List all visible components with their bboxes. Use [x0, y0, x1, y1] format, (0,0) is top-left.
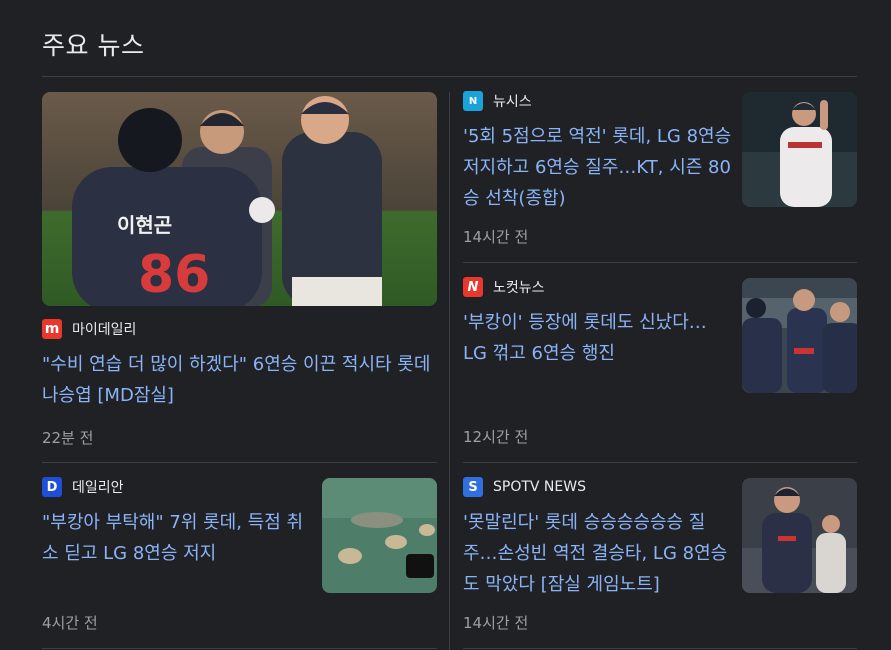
- jersey-number: 86: [138, 245, 210, 305]
- source-logo-icon: m: [42, 319, 62, 339]
- column-divider: [449, 92, 450, 650]
- news-source: D 데일리안: [42, 477, 124, 497]
- source-name: SPOTV NEWS: [493, 479, 586, 495]
- news-source: N 노컷뉴스: [463, 277, 545, 297]
- article-title-link[interactable]: "부캉아 부탁해" 7위 롯데, 득점 취소 딛고 LG 8연승 저지: [42, 507, 310, 569]
- baseball-players-image: 이현곤 86: [42, 92, 437, 306]
- divider: [463, 462, 857, 463]
- article-thumbnail[interactable]: [742, 92, 857, 207]
- source-logo-icon: D: [42, 477, 62, 497]
- article-time: 14시간 전: [463, 614, 529, 632]
- section-title: 주요 뉴스: [42, 31, 145, 60]
- top-stories-panel: 주요 뉴스 이현곤 86 m 마이데일리 "수비 연습 더 많이 하겠다" 6연…: [0, 0, 891, 650]
- article-title-link[interactable]: "수비 연습 더 많이 하겠다" 6연승 이끈 적시타 롯데 나승엽 [MD잠실…: [42, 349, 437, 411]
- article-thumbnail[interactable]: [742, 478, 857, 593]
- owl-in-water-image: [322, 478, 437, 593]
- source-name: 데일리안: [72, 480, 124, 496]
- source-name: 노컷뉴스: [493, 280, 545, 296]
- baseball-player-image: [742, 478, 857, 593]
- divider: [42, 462, 437, 463]
- article-thumbnail[interactable]: 이현곤 86: [42, 92, 437, 306]
- article-time: 14시간 전: [463, 228, 529, 246]
- news-source: N 뉴시스: [463, 91, 532, 111]
- news-source: S SPOTV NEWS: [463, 477, 586, 497]
- source-name: 마이데일리: [72, 322, 137, 338]
- source-logo-icon: N: [463, 277, 483, 297]
- article-time: 4시간 전: [42, 614, 98, 632]
- article-thumbnail[interactable]: [742, 278, 857, 393]
- baseball-players-image: [742, 278, 857, 393]
- article-title-link[interactable]: '부캉이' 등장에 롯데도 신났다… LG 꺾고 6연승 행진: [463, 307, 733, 369]
- article-title-link[interactable]: '5회 5점으로 역전' 롯데, LG 8연승 저지하고 6연승 질주…KT, …: [463, 121, 733, 214]
- divider: [42, 76, 857, 77]
- jersey-name: 이현곤: [117, 213, 172, 237]
- news-source: m 마이데일리: [42, 319, 136, 339]
- source-logo-icon: N: [463, 91, 483, 111]
- divider: [42, 648, 437, 649]
- article-title-link[interactable]: '못말린다' 롯데 승승승승승승 질주…손성빈 역전 결승타, LG 8연승도 …: [463, 507, 733, 600]
- baseball-player-image: [742, 92, 857, 207]
- article-time: 22분 전: [42, 429, 94, 447]
- divider: [463, 648, 857, 649]
- divider: [463, 262, 857, 263]
- article-time: 12시간 전: [463, 428, 529, 446]
- source-logo-icon: S: [463, 477, 483, 497]
- article-thumbnail[interactable]: [322, 478, 437, 593]
- source-name: 뉴시스: [493, 94, 532, 110]
